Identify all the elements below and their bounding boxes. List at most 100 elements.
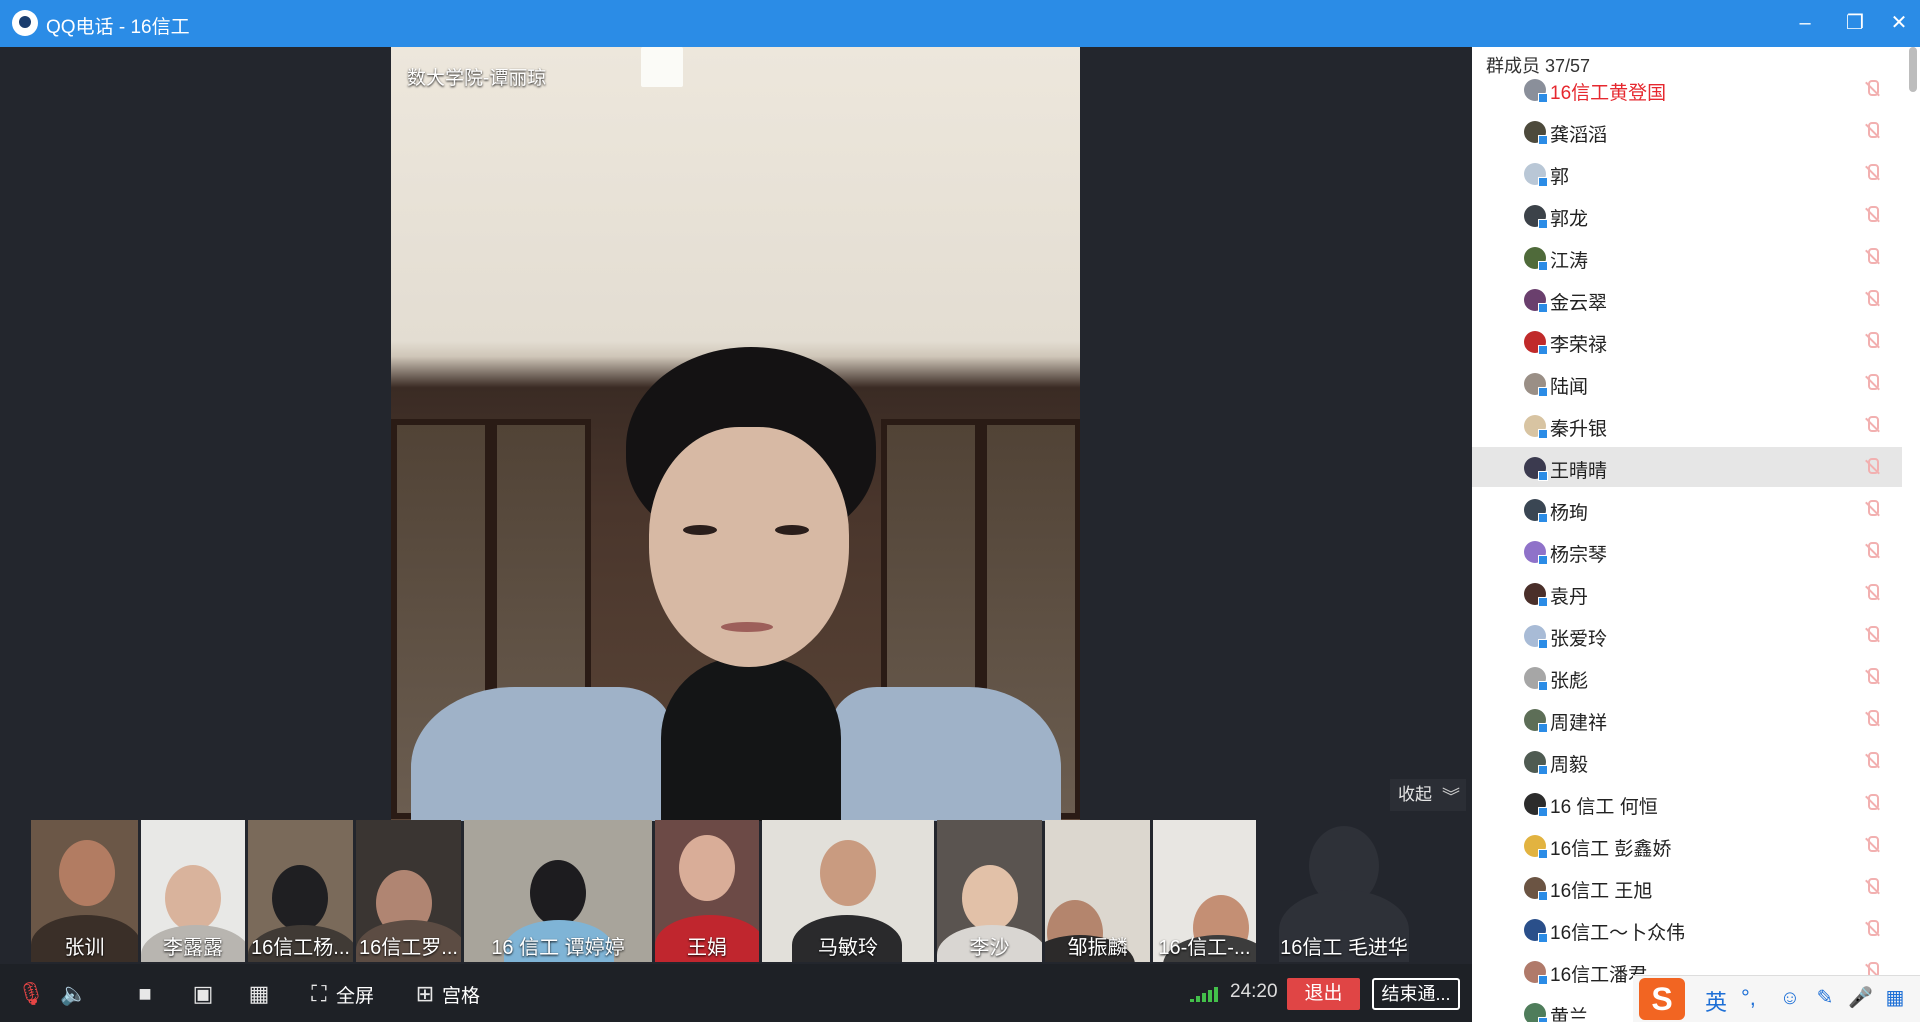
member-row[interactable]: 张爱玲 [1472, 615, 1902, 655]
mic-muted-icon[interactable] [1862, 247, 1882, 267]
mic-muted-icon[interactable] [1862, 499, 1882, 519]
participant-thumb[interactable]: 16信工罗... [356, 820, 461, 962]
mic-muted-icon[interactable] [1862, 457, 1882, 477]
exit-button[interactable]: 退出 [1287, 978, 1360, 1010]
member-avatar [1524, 499, 1548, 523]
scrollbar[interactable] [1909, 47, 1917, 92]
member-row[interactable]: 秦升银 [1472, 405, 1902, 445]
member-row[interactable]: 杨珣 [1472, 489, 1902, 529]
member-name: 张爱玲 [1550, 629, 1608, 650]
member-row[interactable]: 16信工 王旭 [1472, 867, 1902, 907]
mic-muted-icon[interactable] [1862, 415, 1882, 435]
member-row[interactable]: 16信工～卜众伟 [1472, 909, 1902, 949]
mic-muted-icon[interactable] [1862, 79, 1882, 99]
member-row[interactable]: 陆闻 [1472, 363, 1902, 403]
member-avatar [1524, 79, 1548, 103]
member-row[interactable]: 16信工黄登国 [1472, 69, 1902, 109]
main-video-name: 数大学院-谭丽琼 [407, 68, 547, 89]
member-avatar [1524, 625, 1548, 649]
member-row[interactable]: 袁丹 [1472, 573, 1902, 613]
collapse-button[interactable]: 收起 ︾ [1390, 779, 1466, 811]
mic-muted-icon[interactable] [1862, 583, 1882, 603]
close-button[interactable]: ✕ [1884, 8, 1914, 38]
double-chevron-down-icon: ︾ [1442, 787, 1460, 807]
participant-thumb[interactable]: 邹振麟 [1045, 820, 1150, 962]
member-row[interactable]: 王晴晴 [1472, 447, 1902, 487]
member-list-panel: 群成员 37/57 16信工黄登国 龚滔滔郭郭龙 江涛 金云翠 李荣禄 陆闻 秦升银 王晴晴杨… [1472, 47, 1920, 1022]
member-row[interactable]: 杨宗琴 [1472, 531, 1902, 571]
participant-name: 16信工杨... [251, 937, 350, 959]
mic-muted-icon[interactable] [1862, 835, 1882, 855]
microphone-icon[interactable]: 🎤 [1848, 986, 1873, 1010]
mic-muted-icon[interactable] [1862, 163, 1882, 183]
member-avatar [1524, 457, 1548, 481]
mic-muted-icon[interactable] [1862, 205, 1882, 225]
member-row[interactable]: 金云翠 [1472, 279, 1902, 319]
member-avatar [1524, 709, 1548, 733]
mic-muted-icon[interactable] [1862, 625, 1882, 645]
member-row[interactable]: 16信工 彭鑫娇 [1472, 825, 1902, 865]
participant-name: 马敏玲 [818, 937, 878, 959]
grid-view-button[interactable]: 宫格 [442, 981, 480, 1008]
mic-muted-icon[interactable] [1862, 751, 1882, 771]
mic-muted-icon[interactable] [1862, 667, 1882, 687]
screen-share-icon[interactable]: ▣ [190, 981, 216, 1007]
end-call-button[interactable]: 结束通... [1372, 978, 1460, 1010]
participant-head [272, 865, 328, 931]
participant-thumb[interactable]: 16信工杨... [248, 820, 353, 962]
mic-muted-icon[interactable] [1862, 289, 1882, 309]
member-row[interactable]: 周建祥 [1472, 699, 1902, 739]
call-duration: 24:20 [1230, 981, 1278, 1002]
ime-toolbar: S 英 °, ☺ ✎ 🎤 ▦ [1633, 975, 1920, 1022]
member-row[interactable]: 郭龙 [1472, 195, 1902, 235]
mic-muted-icon[interactable] [1862, 331, 1882, 351]
participant-name: 邹振麟 [1067, 937, 1128, 959]
presentation-icon[interactable]: ▦ [246, 981, 272, 1007]
mic-muted-icon[interactable] [1862, 919, 1882, 939]
participant-thumb[interactable]: 16信工 毛进华 [1259, 820, 1429, 962]
participant-thumb[interactable]: 张训 [31, 820, 138, 962]
sogou-logo-icon[interactable]: S [1639, 978, 1685, 1020]
member-row[interactable]: 郭 [1472, 153, 1902, 193]
mic-muted-icon[interactable] [1862, 793, 1882, 813]
participant-thumb[interactable]: 李沙 [937, 820, 1042, 962]
participant-head [165, 865, 221, 931]
participant-thumb[interactable]: 16-信工-... [1153, 820, 1256, 962]
title-bar: QQ电话 - 16信工 – ❐ ✕ [0, 0, 1920, 47]
emoji-icon[interactable]: ☺ [1778, 986, 1802, 1010]
mic-muted-icon[interactable] [1862, 121, 1882, 141]
fullscreen-button[interactable]: 全屏 [336, 981, 374, 1008]
camera-icon[interactable]: ■ [132, 981, 158, 1007]
mic-muted-icon[interactable] [1862, 373, 1882, 393]
participant-thumb[interactable]: 16 信工 谭婷婷 [464, 820, 652, 962]
member-row[interactable]: 张彪 [1472, 657, 1902, 697]
mic-muted-icon[interactable] [1862, 541, 1882, 561]
member-name: 16信工黄登国 [1550, 83, 1667, 104]
ime-punctuation-toggle[interactable]: °, [1741, 985, 1756, 1011]
participant-thumb[interactable]: 王娟 [655, 820, 759, 962]
speaker-icon[interactable]: 🔈 [60, 981, 87, 1007]
mic-muted-icon[interactable] [1862, 877, 1882, 897]
member-row[interactable]: 李荣禄 [1472, 321, 1902, 361]
participant-thumb[interactable]: 马敏玲 [762, 820, 934, 962]
restore-button[interactable]: ❐ [1840, 8, 1870, 38]
pen-icon[interactable]: ✎ [1813, 986, 1837, 1010]
grid-icon[interactable]: ⊞ [412, 981, 438, 1007]
microphone-muted-icon[interactable]: 🎙 [17, 981, 45, 1007]
participant-name: 李沙 [969, 937, 1010, 959]
participant-head [679, 835, 735, 901]
member-row[interactable]: 江涛 [1472, 237, 1902, 277]
member-name: 周建祥 [1550, 713, 1608, 734]
mic-muted-icon[interactable] [1862, 709, 1882, 729]
toolbox-grid-icon[interactable]: ▦ [1883, 986, 1907, 1010]
minimize-button[interactable]: – [1790, 8, 1820, 38]
window-title: QQ电话 - 16信工 [46, 17, 190, 38]
main-video[interactable]: 数大学院-谭丽琼 [391, 47, 1080, 821]
participant-thumb[interactable]: 李露露 [141, 820, 245, 962]
ime-language-toggle[interactable]: 英 [1705, 985, 1727, 1017]
member-row[interactable]: 龚滔滔 [1472, 111, 1902, 151]
fullscreen-icon[interactable]: ⛶ [306, 981, 332, 1007]
eye [683, 525, 717, 535]
member-row[interactable]: 16 信工 何恒 [1472, 783, 1902, 823]
member-row[interactable]: 周毅 [1472, 741, 1902, 781]
